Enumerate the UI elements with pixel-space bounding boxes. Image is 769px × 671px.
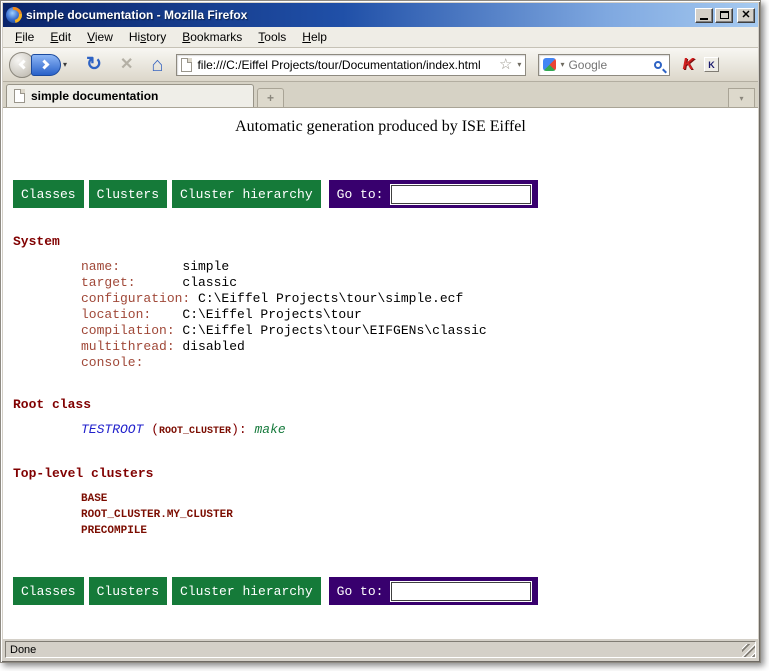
close-icon: ✕ bbox=[741, 10, 750, 21]
maximize-icon bbox=[720, 11, 729, 19]
system-row: console: bbox=[81, 355, 758, 371]
goto-box-bottom: Go to: bbox=[329, 577, 539, 605]
navigation-toolbar: ▾ ↻ ✕ ⌂ file:///C:/Eiffel Projects/tour/… bbox=[3, 48, 758, 82]
browser-window: simple documentation - Mozilla Firefox ✕… bbox=[0, 0, 761, 663]
resize-grip-icon[interactable] bbox=[742, 644, 755, 657]
system-row: compilation:C:\Eiffel Projects\tour\EIFG… bbox=[81, 323, 758, 339]
system-heading: System bbox=[13, 234, 758, 249]
url-dropdown-icon[interactable]: ▾ bbox=[517, 60, 521, 69]
bookmark-star-icon[interactable]: ☆ bbox=[499, 57, 512, 72]
system-row: name:simple bbox=[81, 259, 758, 275]
cluster-hierarchy-button[interactable]: Cluster hierarchy bbox=[172, 180, 321, 208]
tab-simple-documentation[interactable]: simple documentation bbox=[6, 84, 254, 107]
clusters-button[interactable]: Clusters bbox=[89, 180, 167, 208]
search-icon[interactable] bbox=[654, 61, 662, 69]
stop-button[interactable]: ✕ bbox=[120, 57, 133, 73]
root-class-heading: Root class bbox=[13, 397, 758, 412]
root-cluster-link[interactable]: ROOT_CLUSTER bbox=[159, 426, 231, 437]
menu-view[interactable]: View bbox=[79, 28, 121, 46]
search-input[interactable] bbox=[568, 58, 650, 72]
reload-button[interactable]: ↻ bbox=[86, 55, 102, 74]
status-text: Done bbox=[5, 641, 756, 658]
root-class-line: TESTROOT (ROOT_CLUSTER): make bbox=[81, 422, 758, 440]
top-nav-bar: Classes Clusters Cluster hierarchy Go to… bbox=[13, 180, 758, 208]
root-class-link[interactable]: TESTROOT bbox=[81, 422, 143, 437]
forward-button[interactable] bbox=[31, 54, 61, 76]
home-button[interactable]: ⌂ bbox=[151, 55, 163, 75]
goto-input-bottom[interactable] bbox=[391, 582, 531, 601]
search-box[interactable]: ▾ bbox=[538, 54, 670, 76]
cluster-link-base[interactable]: BASE bbox=[81, 491, 758, 507]
bottom-nav-bar: Classes Clusters Cluster hierarchy Go to… bbox=[13, 577, 758, 605]
title-bar: simple documentation - Mozilla Firefox ✕ bbox=[3, 3, 758, 27]
tab-bar: simple documentation + ▾ bbox=[3, 82, 758, 108]
cluster-hierarchy-button-bottom[interactable]: Cluster hierarchy bbox=[172, 577, 321, 605]
back-icon bbox=[19, 60, 29, 70]
system-row: multithread:disabled bbox=[81, 339, 758, 355]
system-row: configuration:C:\Eiffel Projects\tour\si… bbox=[81, 291, 758, 307]
new-tab-button[interactable]: + bbox=[257, 88, 284, 107]
menu-bar: File Edit View History Bookmarks Tools H… bbox=[3, 27, 758, 48]
system-row: location:C:\Eiffel Projects\tour bbox=[81, 307, 758, 323]
tab-list-dropdown-button[interactable]: ▾ bbox=[728, 88, 755, 107]
doc-header: Automatic generation produced by ISE Eif… bbox=[3, 118, 758, 136]
cluster-list: BASE ROOT_CLUSTER.MY_CLUSTER PRECOMPILE bbox=[81, 491, 758, 539]
cluster-link-my-cluster[interactable]: ROOT_CLUSTER.MY_CLUSTER bbox=[81, 507, 758, 523]
firefox-icon bbox=[6, 7, 22, 23]
url-text[interactable]: file:///C:/Eiffel Projects/tour/Document… bbox=[197, 58, 494, 72]
goto-label-bottom: Go to: bbox=[337, 584, 384, 599]
minimize-button[interactable] bbox=[695, 8, 713, 23]
tab-favicon-icon bbox=[14, 89, 25, 103]
menu-edit[interactable]: Edit bbox=[42, 28, 79, 46]
page-content: Automatic generation produced by ISE Eif… bbox=[3, 108, 758, 639]
minimize-icon bbox=[700, 18, 708, 20]
menu-bookmarks[interactable]: Bookmarks bbox=[174, 28, 250, 46]
close-button[interactable]: ✕ bbox=[737, 8, 755, 23]
kaspersky-extension-icon[interactable]: K bbox=[682, 56, 694, 74]
clusters-heading: Top-level clusters bbox=[13, 466, 758, 481]
menu-tools[interactable]: Tools bbox=[250, 28, 294, 46]
forward-icon bbox=[40, 60, 50, 70]
root-feature-link[interactable]: make bbox=[254, 422, 285, 437]
classes-button-bottom[interactable]: Classes bbox=[13, 577, 84, 605]
menu-history[interactable]: History bbox=[121, 28, 174, 46]
system-row: target:classic bbox=[81, 275, 758, 291]
url-bar[interactable]: file:///C:/Eiffel Projects/tour/Document… bbox=[176, 54, 526, 76]
keyboard-key-extension-icon[interactable]: K bbox=[704, 57, 719, 72]
clusters-button-bottom[interactable]: Clusters bbox=[89, 577, 167, 605]
page-favicon-icon bbox=[181, 58, 192, 72]
menu-file[interactable]: File bbox=[7, 28, 42, 46]
system-rows: name:simple target:classic configuration… bbox=[81, 259, 758, 371]
google-logo-icon[interactable] bbox=[543, 58, 556, 71]
tab-title: simple documentation bbox=[31, 89, 158, 103]
forward-dropdown-icon[interactable]: ▾ bbox=[63, 60, 67, 69]
status-bar: Done bbox=[3, 639, 758, 660]
goto-input[interactable] bbox=[391, 185, 531, 204]
classes-button[interactable]: Classes bbox=[13, 180, 84, 208]
goto-box: Go to: bbox=[329, 180, 539, 208]
menu-help[interactable]: Help bbox=[294, 28, 335, 46]
cluster-link-precompile[interactable]: PRECOMPILE bbox=[81, 523, 758, 539]
goto-label: Go to: bbox=[337, 187, 384, 202]
maximize-button[interactable] bbox=[715, 8, 733, 23]
search-engine-dropdown-icon[interactable]: ▾ bbox=[560, 60, 564, 69]
window-title: simple documentation - Mozilla Firefox bbox=[26, 8, 691, 22]
